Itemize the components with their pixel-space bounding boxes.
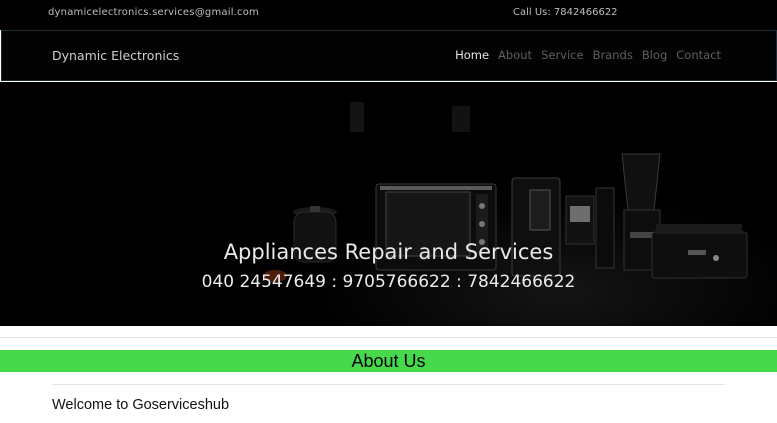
nav-about[interactable]: About xyxy=(498,48,532,62)
section-divider xyxy=(0,337,777,338)
nav-home[interactable]: Home xyxy=(455,48,489,62)
nav-blog[interactable]: Blog xyxy=(642,48,667,62)
hero-banner: Appliances Repair and Services 040 24547… xyxy=(0,82,777,326)
welcome-heading: Welcome to Goserviceshub xyxy=(52,397,230,413)
nav-contact[interactable]: Contact xyxy=(676,48,721,62)
top-contact-bar: dynamicelectronics.services@gmail.com Ca… xyxy=(0,0,777,30)
about-heading: About Us xyxy=(351,351,426,371)
navbar: Dynamic Electronics Home About Service B… xyxy=(1,30,777,81)
brand-name[interactable]: Dynamic Electronics xyxy=(52,48,179,63)
contact-phone[interactable]: Call Us: 7842466622 xyxy=(513,7,618,18)
hero-phone-numbers: 040 24547649 : 9705766622 : 7842466622 xyxy=(201,272,576,292)
contact-email[interactable]: dynamicelectronics.services@gmail.com xyxy=(48,7,259,18)
nav-brands[interactable]: Brands xyxy=(593,48,633,62)
about-divider xyxy=(52,384,725,385)
hero-title: Appliances Repair and Services xyxy=(223,240,554,264)
about-heading-band: About Us xyxy=(0,350,777,372)
main-nav: Home About Service Brands Blog Contact xyxy=(455,48,721,62)
nav-service[interactable]: Service xyxy=(541,48,584,62)
